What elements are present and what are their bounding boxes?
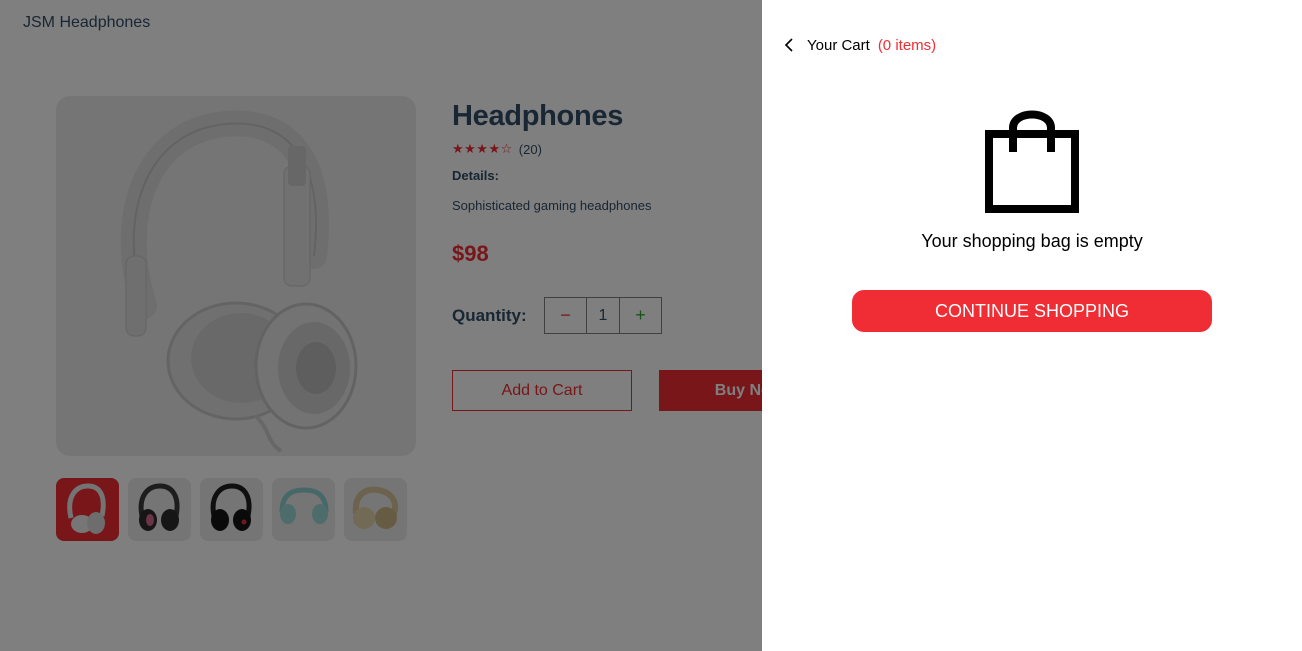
shopping-bag-icon [985, 110, 1079, 213]
continue-shopping-button[interactable]: CONTINUE SHOPPING [852, 290, 1212, 332]
empty-cart-message: Your shopping bag is empty [921, 231, 1143, 251]
cart-title: Your Cart [807, 36, 870, 54]
cart-item-count: (0 items) [877, 36, 937, 54]
cart-heading-button[interactable]: Your Cart (0 items) [782, 34, 936, 56]
cart-drawer: Your Cart (0 items) Your shopping bag is… [762, 0, 1302, 651]
chevron-left-icon [782, 37, 796, 53]
